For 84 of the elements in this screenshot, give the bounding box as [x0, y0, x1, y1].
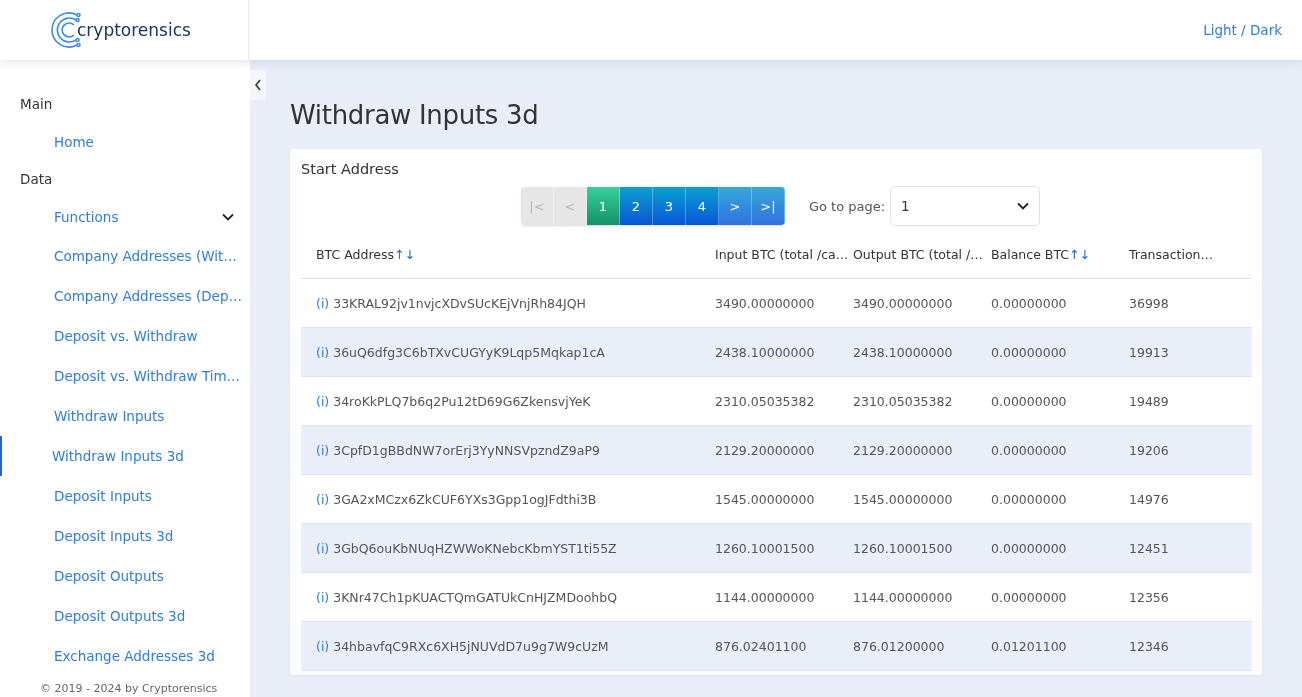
sidebar-item[interactable]: Deposit Inputs: [0, 476, 250, 516]
table-cell-text: 0.00000000: [991, 442, 1068, 458]
sidebar-item[interactable]: Withdraw Inputs 3d: [0, 436, 250, 476]
table-cell-text: 0.00000000: [991, 344, 1068, 360]
table-cell-text: (i) 34roKkPLQ7b6q2Pu12tD69G6ZkensvjYeK: [315, 393, 592, 409]
table-cell-text: 0.00000000: [991, 295, 1068, 311]
copyright-text: © 2019 - 2024 by Cryptorensics: [40, 682, 218, 695]
table-cell-text: 3490.00000000: [853, 295, 954, 311]
page-select[interactable]: 1: [890, 186, 1041, 226]
page-title: Withdraw Inputs 3d: [290, 100, 540, 130]
table-cell-text: 876.01200000: [853, 638, 946, 654]
logo-text: cryptorensics: [77, 20, 191, 40]
table-cell-text: 36998: [1129, 295, 1170, 311]
info-link[interactable]: (i): [316, 295, 330, 311]
table-cell-text: 1260.10001500: [853, 540, 954, 556]
page-button[interactable]: >|: [751, 187, 785, 225]
sidebar-item[interactable]: Exchange Addresses 3d: [0, 636, 250, 676]
theme-toggle-link[interactable]: Light / Dark: [1203, 22, 1282, 38]
info-link[interactable]: (i): [316, 393, 330, 409]
info-link[interactable]: (i): [316, 491, 330, 507]
table-cell-text: 1144.00000000: [853, 589, 954, 605]
table-cell-text: (i) 36uQ6dfg3C6bTXvCUGYyK9Lqp5Mqkap1cA: [315, 344, 606, 360]
info-link[interactable]: (i): [316, 638, 330, 654]
column-header[interactable]: Transaction…: [1129, 246, 1251, 262]
column-header[interactable]: Input BTC (total /ca…: [715, 246, 853, 262]
info-link[interactable]: (i): [316, 540, 330, 556]
table-cell-text: 0.00000000: [991, 589, 1068, 605]
sidebar-item[interactable]: Deposit vs. Withdraw Tim…: [0, 356, 250, 396]
table-cell-text: 2129.20000000: [853, 442, 954, 458]
table-cell-text: 876.02401100: [715, 638, 808, 654]
table-cell-text: 0.00000000: [991, 491, 1068, 507]
page-button[interactable]: 4: [685, 187, 719, 225]
table-cell-text: 19206: [1129, 442, 1170, 458]
sidebar-item[interactable]: Withdraw Inputs: [0, 396, 250, 436]
sidebar-item[interactable]: Home: [0, 123, 250, 161]
section-heading: Main: [19, 95, 54, 114]
table-cell-text: 3490.00000000: [715, 295, 816, 311]
sidebar-item[interactable]: Functions: [0, 198, 250, 236]
page-button[interactable]: >: [718, 187, 752, 225]
sidebar-item[interactable]: Deposit Outputs: [0, 556, 250, 596]
table-cell-text: 12356: [1129, 589, 1170, 605]
table-cell-text: (i) 3GbQ6ouKbNUqHZWWoKNebcKbmYST1ti55Z: [315, 540, 618, 556]
chevron-left-icon: [254, 79, 262, 91]
table-cell-text: 1545.00000000: [715, 491, 816, 507]
table-cell-text: 12346: [1129, 638, 1170, 654]
table-cell-text: 1545.00000000: [853, 491, 954, 507]
sidebar-item[interactable]: Company Addresses (Wit…: [0, 236, 250, 276]
sidebar-item[interactable]: Company Addresses (Dep…: [0, 276, 250, 316]
page-button[interactable]: 3: [652, 187, 686, 225]
info-link[interactable]: (i): [316, 344, 330, 360]
table-cell-text: 2438.10000000: [853, 344, 954, 360]
column-header[interactable]: Balance BTC↑↓: [991, 246, 1129, 262]
table-cell-text: 0.00000000: [991, 393, 1068, 409]
table-cell-text: 0.00000000: [991, 540, 1068, 556]
table-cell-text: (i) 3CpfD1gBBdNW7orErj3YyNNSVpzndZ9aP9: [315, 442, 601, 458]
table-cell-text: 1144.00000000: [715, 589, 816, 605]
table-cell-text: 14976: [1129, 491, 1170, 507]
table-cell-text: 2310.05035382: [715, 393, 816, 409]
table-cell-text: 2129.20000000: [715, 442, 816, 458]
sidebar-item[interactable]: Deposit Outputs 3d: [0, 596, 250, 636]
sidebar-item[interactable]: Deposit Inputs 3d: [0, 516, 250, 556]
table-cell-text: 2438.10000000: [715, 344, 816, 360]
table-cell-text: 2310.05035382: [853, 393, 954, 409]
table-cell-text: 1260.10001500: [715, 540, 816, 556]
column-header[interactable]: BTC Address↑↓: [301, 246, 715, 262]
table-cell-text: 19489: [1129, 393, 1170, 409]
collapse-button[interactable]: [250, 70, 266, 100]
column-header[interactable]: Output BTC (total /…: [853, 246, 991, 262]
chevron-icon: [1017, 202, 1030, 210]
page-button[interactable]: 2: [619, 187, 653, 225]
info-link[interactable]: (i): [316, 442, 330, 458]
section-heading: Data: [19, 170, 54, 189]
table-cell-text: 12451: [1129, 540, 1170, 556]
table-cell-text: 0.01201100: [991, 638, 1068, 654]
table-cell-text: (i) 3KNr47Ch1pKUACTQmGATUkCnHJZMDoohbQ: [315, 589, 618, 605]
table-cell-text: 19913: [1129, 344, 1170, 360]
table-cell-text: (i) 33KRAL92jv1nvjcXDvSUcKEjVnjRh84JQH: [315, 295, 587, 311]
card-title: Start Address: [301, 161, 400, 177]
page-button[interactable]: 1: [586, 187, 620, 225]
go-to-page-label: Go to page:: [808, 198, 886, 214]
info-link[interactable]: (i): [316, 589, 330, 605]
table-cell-text: (i) 34hbavfqC9RXc6XH5jNUVdD7u9g7W9cUzM: [315, 638, 610, 654]
table-cell-text: (i) 3GA2xMCzx6ZkCUF6YXs3Gpp1ogJFdthi3B: [315, 491, 598, 507]
sidebar-item[interactable]: Deposit vs. Withdraw: [0, 316, 250, 356]
